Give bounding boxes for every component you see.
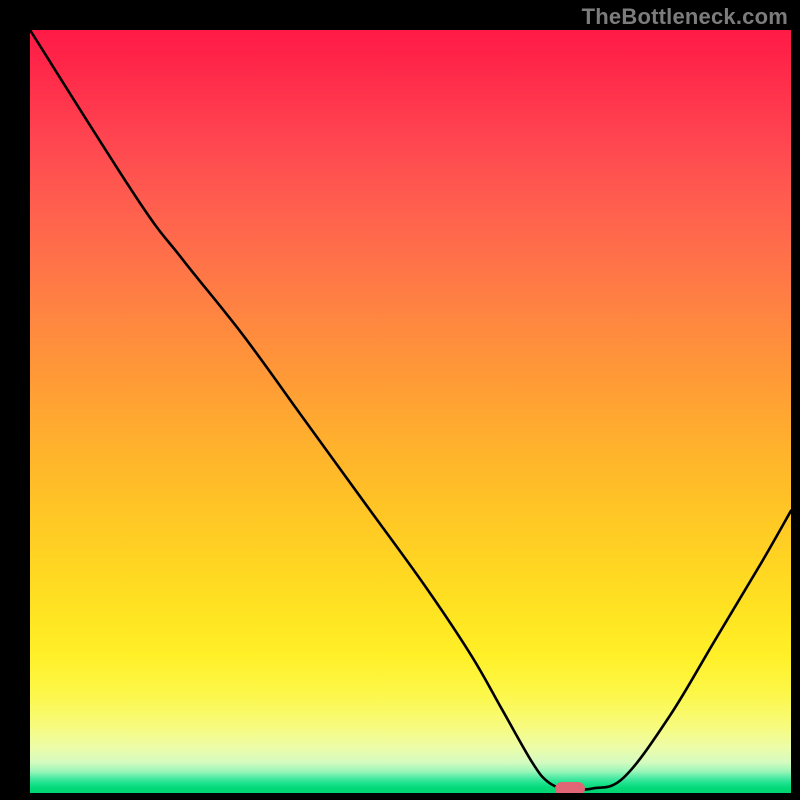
plot-area xyxy=(30,30,791,793)
optimal-marker xyxy=(555,782,585,793)
bottleneck-curve xyxy=(30,30,791,793)
watermark-text: TheBottleneck.com xyxy=(582,4,788,30)
chart-frame: TheBottleneck.com xyxy=(0,0,800,800)
